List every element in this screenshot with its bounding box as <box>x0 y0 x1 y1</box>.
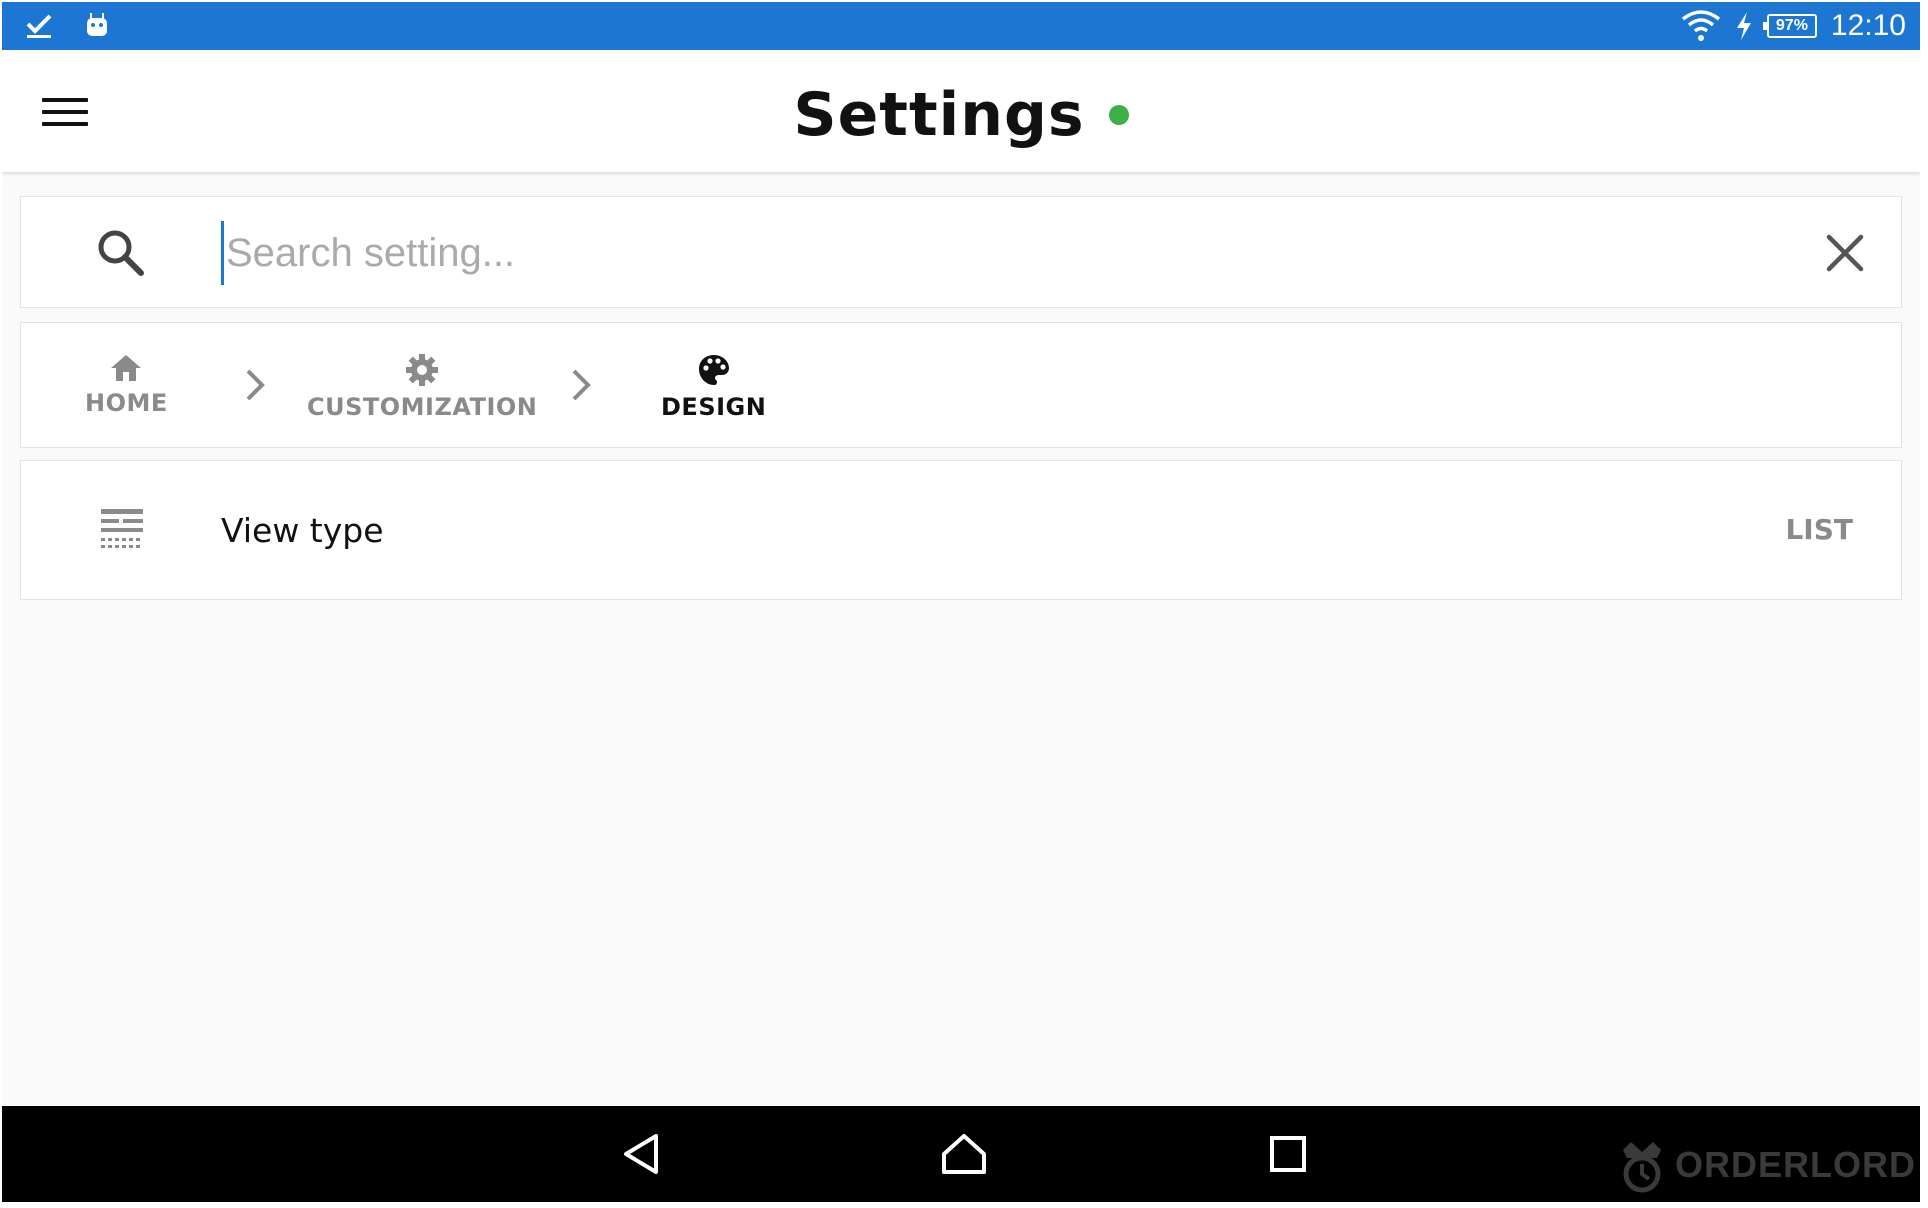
gear-icon <box>406 354 439 386</box>
breadcrumb-customization[interactable]: CUSTOMIZATION <box>307 353 537 421</box>
status-left <box>24 10 112 40</box>
status-bar: 97% 12:10 <box>2 2 1920 50</box>
breadcrumb: HOME CUSTOMIZATION DESIGN <box>20 322 1902 448</box>
status-right: 97% 12:10 <box>1681 6 1906 46</box>
chevron-right-icon <box>572 369 591 401</box>
breadcrumb-label: HOME <box>85 389 168 417</box>
brand-name: ORDERLORD <box>1675 1144 1916 1185</box>
online-status-dot <box>1108 105 1129 125</box>
breadcrumb-label: DESIGN <box>661 393 767 421</box>
search-icon <box>98 230 144 276</box>
setting-row-view-type[interactable]: View type LIST <box>20 460 1902 600</box>
search-input[interactable] <box>221 221 1728 285</box>
palette-icon <box>698 355 729 385</box>
wifi-icon <box>1681 10 1720 41</box>
brand-logo: ORDERLORD <box>1615 1136 1916 1194</box>
breadcrumb-home[interactable]: HOME <box>85 353 168 417</box>
charging-icon <box>1736 12 1751 40</box>
setting-value: LIST <box>1785 513 1853 546</box>
android-icon <box>87 13 107 36</box>
breadcrumb-label: CUSTOMIZATION <box>307 393 538 421</box>
breadcrumb-design[interactable]: DESIGN <box>661 353 766 421</box>
view-type-icon <box>101 509 143 548</box>
navigation-bar: ORDERLORD <box>2 1106 1920 1202</box>
home-icon <box>111 355 142 381</box>
page-title: Settings <box>793 80 1085 150</box>
app-frame: 97% 12:10 Settings Search setting... HOM… <box>2 2 1920 1202</box>
close-icon[interactable] <box>1821 229 1869 277</box>
page-title-container: Settings <box>2 80 1920 150</box>
app-bar: Settings <box>2 50 1920 172</box>
search-bar <box>20 196 1902 308</box>
recents-icon[interactable] <box>1262 1128 1314 1180</box>
clock: 12:10 <box>1830 9 1906 42</box>
setting-label: View type <box>221 511 384 550</box>
battery-icon: 97% <box>1762 14 1817 38</box>
chevron-right-icon <box>246 369 265 401</box>
battery-level: 97% <box>1775 17 1808 34</box>
task-check-icon <box>26 14 52 38</box>
back-icon[interactable] <box>616 1128 668 1180</box>
crown-clock-icon <box>1623 1142 1661 1193</box>
home-icon[interactable] <box>938 1128 990 1180</box>
